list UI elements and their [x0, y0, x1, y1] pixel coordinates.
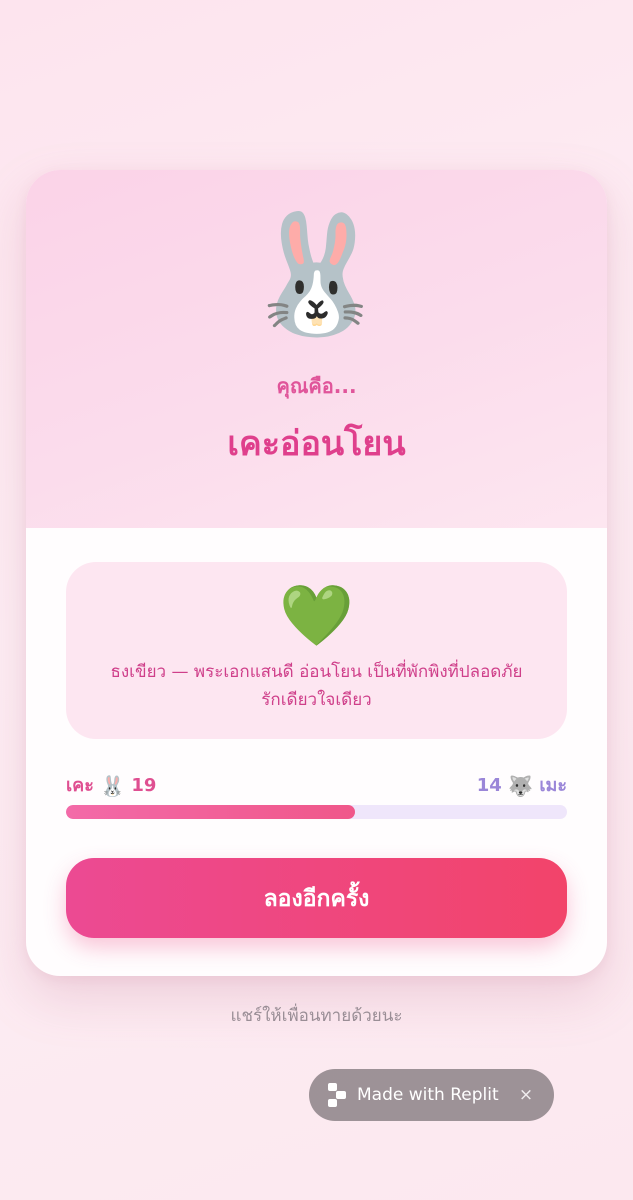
result-hero: 🐰 คุณคือ... เคะอ่อนโยน [26, 170, 607, 528]
close-icon[interactable]: × [517, 1069, 535, 1121]
result-subtitle: คุณคือ... [276, 374, 357, 398]
right-score-value: 14 [476, 775, 502, 796]
share-hint: แชร์ให้เพื่อนทายด้วยนะ [230, 1006, 403, 1026]
green-heart-icon: 💚 [279, 581, 354, 651]
score-progress-bar [66, 805, 567, 819]
badge-label: Made with Replit [357, 1085, 499, 1105]
result-card: 🐰 คุณคือ... เคะอ่อนโยน 💚 ธงเขียว — พระเอ… [26, 170, 607, 976]
left-score-label: เคะ [66, 775, 94, 796]
rabbit-icon: 🐰 [244, 207, 389, 342]
wolf-icon: 🐺 [508, 774, 534, 798]
right-score: 14 🐺 เมะ [477, 772, 567, 800]
rabbit-icon: 🐰 [100, 774, 126, 798]
description-box: 💚 ธงเขียว — พระเอกแสนดี อ่อนโยน เป็นที่พ… [66, 562, 567, 739]
made-with-replit-badge[interactable]: Made with Replit × [309, 1069, 554, 1121]
result-title: เคะอ่อนโยน [227, 424, 406, 464]
right-score-label: เมะ [539, 775, 567, 796]
left-score: เคะ 🐰 19 [66, 772, 156, 800]
score-progress-fill [66, 805, 355, 819]
retry-button[interactable]: ลองอีกครั้ง [66, 858, 567, 938]
replit-logo-icon [328, 1083, 346, 1107]
left-score-value: 19 [131, 775, 157, 796]
description-text: ธงเขียว — พระเอกแสนดี อ่อนโยน เป็นที่พัก… [110, 662, 523, 710]
score-row: เคะ 🐰 19 14 🐺 เมะ [66, 772, 567, 800]
